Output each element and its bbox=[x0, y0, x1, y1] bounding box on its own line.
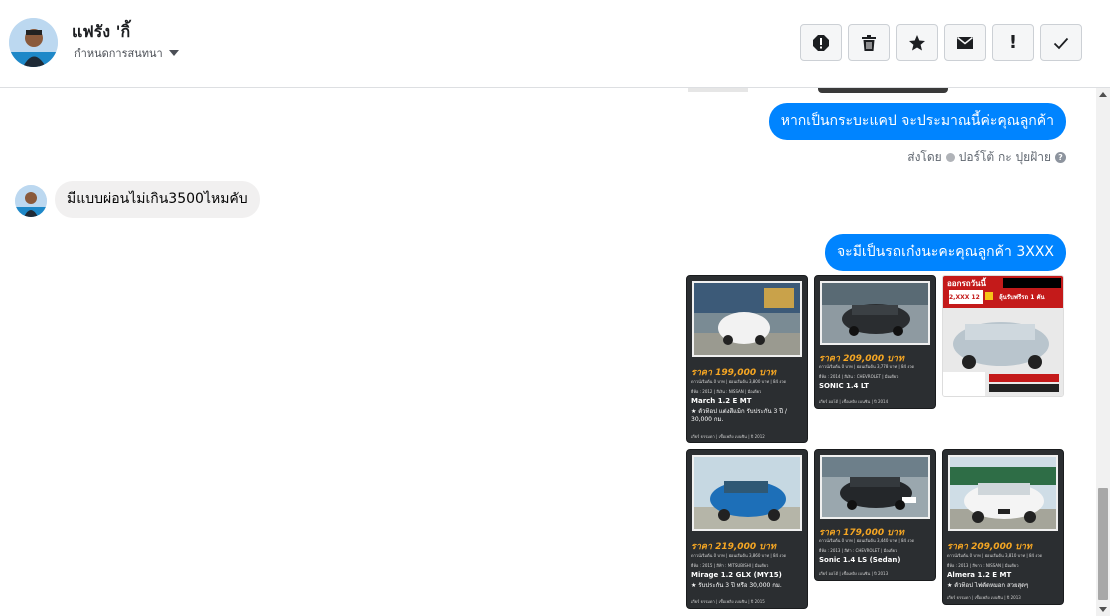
sent-by-info: ส่งโดย ปอร์โต้ กะ ปุยฝ้าย ? bbox=[907, 148, 1066, 167]
promo-ad-image[interactable]: ออกรถวันนี้ ลุ้นรับฟรีรถ 1 คัน 2,XXX 12 bbox=[942, 275, 1064, 397]
car-listing-image[interactable]: ราคา 209,000 บาท ดาวน์เริ่มต้น 0 บาท | ผ… bbox=[942, 449, 1064, 605]
important-button[interactable]: ! bbox=[992, 24, 1034, 61]
car-listing-image[interactable]: ราคา 209,000 บาท ดาวน์เริ่มต้น 0 บาท | ผ… bbox=[814, 275, 936, 409]
report-icon bbox=[813, 34, 829, 51]
spec-info: ยี่ห้อ : 2013 | สีดำ : CHEVROLET | มือเด… bbox=[819, 548, 898, 553]
sent-by-label: ส่งโดย bbox=[907, 150, 942, 164]
contact-avatar[interactable] bbox=[9, 18, 58, 67]
contact-avatar-small[interactable] bbox=[15, 185, 47, 217]
spec-info: ยี่ห้อ : 2012 | สีเงิน : NISSAN | มือเดี… bbox=[691, 389, 762, 394]
trash-icon bbox=[862, 34, 876, 51]
card-footer: เกียร์ ออโต้ | เชื้อเพลิง เบนซิน | ปี 20… bbox=[819, 399, 889, 404]
sender-name: ปอร์โต้ กะ ปุยฝ้าย bbox=[958, 150, 1051, 164]
action-toolbar: ! bbox=[800, 24, 1082, 61]
car-price: ราคา 209,000 บาท bbox=[947, 542, 1032, 552]
checkmark-icon bbox=[1053, 37, 1069, 49]
mail-icon bbox=[957, 36, 973, 49]
scroll-thumb[interactable] bbox=[1098, 488, 1108, 600]
spec-info: ยี่ห้อ : 2014 | สีเงิน : CHEVROLET | มือ… bbox=[819, 374, 899, 379]
done-button[interactable] bbox=[1040, 24, 1082, 61]
car-promo: ★ รับประกัน 3 ปี หรือ 30,000 กม. bbox=[691, 582, 782, 589]
delete-button[interactable] bbox=[848, 24, 890, 61]
conversation-settings-dropdown[interactable]: กำหนดการสนทนา bbox=[74, 44, 179, 62]
important-icon: ! bbox=[1008, 32, 1018, 53]
help-icon[interactable]: ? bbox=[1055, 152, 1066, 163]
installment-info: ดาวน์เริ่มต้น 0 บาท | ผ่อนเริ่มต้น 3,800… bbox=[691, 379, 787, 384]
star-icon bbox=[909, 34, 925, 50]
car-promo: ★ ตัวท็อป ไฟตัดหมอก สวยสุดๆ bbox=[947, 582, 1029, 589]
scroll-down-arrow-icon[interactable] bbox=[1099, 607, 1107, 612]
card-footer: เกียร์ ธรรมดา | เชื้อเพลิง เบนซิน | ปี 2… bbox=[691, 434, 765, 439]
card-footer: เกียร์ ธรรมดา | เชื้อเพลิง เบนซิน | ปี 2… bbox=[691, 599, 765, 604]
car-model: Mirage 1.2 GLX (MY15) bbox=[691, 571, 782, 579]
card-footer: เกียร์ ออโต้ | เชื้อเพลิง เบนซิน | ปี 20… bbox=[819, 571, 889, 576]
scroll-up-arrow-icon[interactable] bbox=[1099, 92, 1107, 97]
installment-info: ดาวน์เริ่มต้น 0 บาท | ผ่อนเริ่มต้น 3,860… bbox=[691, 553, 787, 558]
installment-info: ดาวน์เริ่มต้น 0 บาท | ผ่อนเริ่มต้น 3,440… bbox=[819, 538, 915, 543]
conversation-header: แฟรัง 'กิ้ กำหนดการสนทนา ! bbox=[0, 0, 1110, 88]
car-price: ราคา 199,000 บาท bbox=[691, 368, 776, 378]
mark-unread-button[interactable] bbox=[944, 24, 986, 61]
car-model: Sonic 1.4 LS (Sedan) bbox=[819, 556, 901, 564]
car-model: March 1.2 E MT bbox=[691, 397, 752, 405]
report-button[interactable] bbox=[800, 24, 842, 61]
car-model: Almera 1.2 E MT bbox=[947, 571, 1012, 579]
card-footer: เกียร์ ธรรมดา | เชื้อเพลิง เบนซิน | ปี 2… bbox=[947, 595, 1021, 600]
car-photo bbox=[692, 455, 802, 531]
thread-scrollbar[interactable] bbox=[1096, 88, 1110, 616]
outgoing-message[interactable]: จะมีเป็นรถเก๋งนะคะคุณลูกค้า 3XXX bbox=[824, 234, 1066, 271]
car-photo bbox=[820, 455, 930, 519]
car-photo bbox=[948, 455, 1058, 531]
incoming-message[interactable]: มีแบบผ่อนไม่เกิน3500ไหมคับ bbox=[55, 181, 260, 218]
car-model: SONIC 1.4 LT bbox=[819, 382, 869, 390]
contact-name: แฟรัง 'กิ้ bbox=[72, 22, 131, 41]
caret-down-icon bbox=[168, 50, 179, 56]
previous-image-fragment bbox=[818, 88, 948, 93]
outgoing-message[interactable]: หากเป็นกระบะแคป จะประมาณนี้ค่ะคุณลูกค้า bbox=[768, 103, 1066, 140]
ad-badge: 2,XXX 12 bbox=[949, 294, 980, 301]
spec-info: ยี่ห้อ : 2013 | สีขาว : NISSAN | มือเดีย… bbox=[947, 563, 1019, 568]
previous-image-fragment bbox=[688, 88, 748, 92]
spec-info: ยี่ห้อ : 2015 | สีฟ้า : MITSUBISHI | มือ… bbox=[691, 563, 769, 568]
car-promo: ★ ตัวท็อป แต่งสีแม็ก รับประกัน 3 ปี / 30… bbox=[691, 408, 787, 423]
verified-icon bbox=[945, 153, 955, 162]
conversation-settings-label: กำหนดการสนทนา bbox=[74, 47, 163, 60]
car-listing-image[interactable]: ราคา 199,000 บาท ดาวน์เริ่มต้น 0 บาท | ผ… bbox=[686, 275, 808, 443]
ad-headline: ออกรถวันนี้ bbox=[947, 279, 987, 288]
star-button[interactable] bbox=[896, 24, 938, 61]
message-thread: หากเป็นกระบะแคป จะประมาณนี้ค่ะคุณลูกค้า … bbox=[0, 88, 1096, 616]
ad-subline: ลุ้นรับฟรีรถ 1 คัน bbox=[999, 294, 1045, 301]
car-photo bbox=[692, 281, 802, 357]
car-price: ราคา 219,000 บาท bbox=[691, 542, 776, 552]
installment-info: ดาวน์เริ่มต้น 0 บาท | ผ่อนเริ่มต้น 3,810… bbox=[947, 553, 1043, 558]
installment-info: ดาวน์เริ่มต้น 0 บาท | ผ่อนเริ่มต้น 3,778… bbox=[819, 364, 915, 369]
car-listing-image[interactable]: ราคา 179,000 บาท ดาวน์เริ่มต้น 0 บาท | ผ… bbox=[814, 449, 936, 581]
car-photo bbox=[820, 281, 930, 345]
car-listing-image[interactable]: ราคา 219,000 บาท ดาวน์เริ่มต้น 0 บาท | ผ… bbox=[686, 449, 808, 609]
